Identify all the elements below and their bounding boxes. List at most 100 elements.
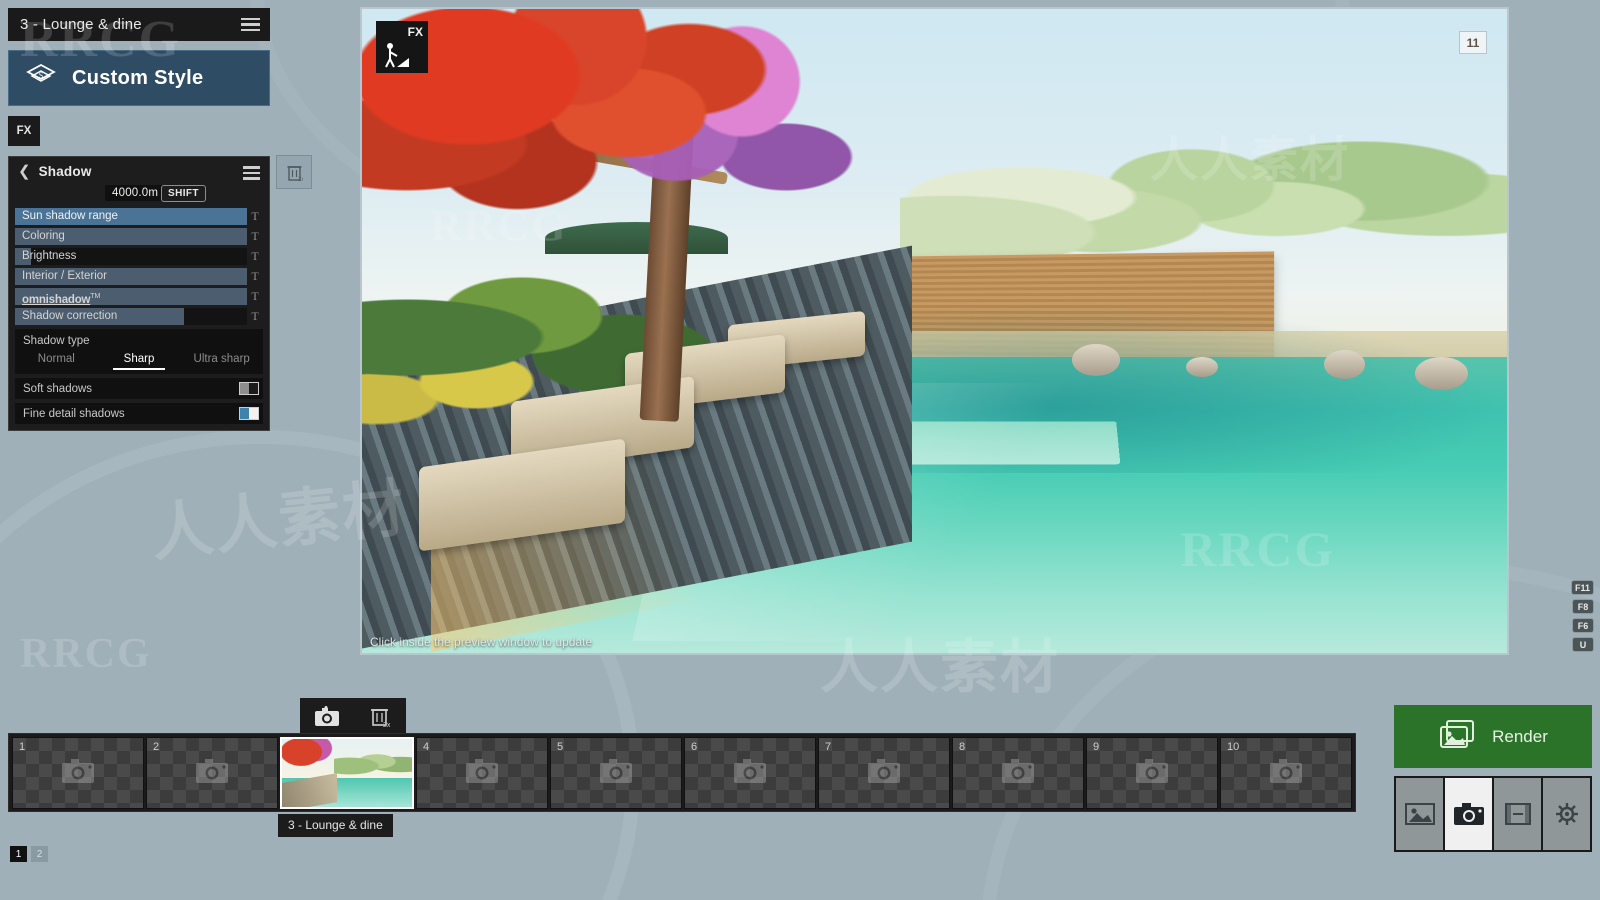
slider-brightness[interactable]: Brightness <box>15 248 247 265</box>
delete-photo-button[interactable]: 2x <box>368 705 392 728</box>
layers-style-icon: S <box>26 63 56 94</box>
filmstrip-slot[interactable]: 7 <box>818 736 950 809</box>
slot-number: 7 <box>825 740 832 753</box>
render-label: Render <box>1492 726 1548 746</box>
shadow-type-title: Shadow type <box>23 335 90 347</box>
filmstrip-slot[interactable]: 1 <box>12 736 144 809</box>
effect-menu-icon[interactable] <box>243 166 260 180</box>
slider-sun-shadow-range[interactable]: Sun shadow range <box>15 208 247 225</box>
filmstrip-slot[interactable]: 4 <box>416 736 548 809</box>
slider-row-sun-shadow-range: Sun shadow range T <box>9 208 269 225</box>
fx-overlay-label: FX <box>407 25 423 39</box>
shadow-type-option-normal[interactable]: Normal <box>15 353 98 370</box>
slider-label: Sun shadow range <box>22 210 118 222</box>
page-tab-1[interactable]: 1 <box>10 846 27 862</box>
filmstrip-slot[interactable]: 2 <box>146 736 278 809</box>
capture-photo-button[interactable] <box>314 705 340 728</box>
svg-text:2x: 2x <box>298 177 303 182</box>
toggle-row-fine-detail-shadows: Fine detail shadows <box>15 403 263 424</box>
camera-placeholder-icon <box>1135 757 1169 789</box>
fkey-f8[interactable]: F8 <box>1572 599 1594 614</box>
slider-shadow-correction[interactable]: Shadow correction <box>15 308 247 325</box>
slider-interior-exterior[interactable]: Interior / Exterior <box>15 268 247 285</box>
trash-2x-icon: 2x <box>371 709 391 728</box>
slot-number: 9 <box>1093 740 1100 753</box>
output-mode-bar <box>1394 776 1592 852</box>
work-in-progress-icon <box>385 43 409 68</box>
camera-placeholder-icon <box>867 757 901 789</box>
slider-label: Coloring <box>22 230 65 242</box>
shift-modifier-badge: SHIFT <box>161 185 206 202</box>
camera-icon <box>1453 803 1484 825</box>
fx-chip-button[interactable]: FX <box>8 116 40 146</box>
slider-row-interior-exterior: Interior / Exterior T <box>9 268 269 285</box>
camera-placeholder-icon <box>465 757 499 789</box>
mode-image[interactable] <box>1396 778 1443 850</box>
title-bar: 3 - Lounge & dine <box>8 8 270 41</box>
shadow-type-option-ultra-sharp[interactable]: Ultra sharp <box>180 353 263 370</box>
slider-row-shadow-correction: Shadow correction T <box>9 308 269 325</box>
svg-text:S: S <box>39 71 43 80</box>
fkey-f6[interactable]: F6 <box>1572 618 1594 633</box>
slot-number: 2 <box>153 740 160 753</box>
page-tab-2[interactable]: 2 <box>31 846 48 862</box>
delete-effect-button[interactable]: 2x <box>276 155 312 189</box>
filmstrip-slot[interactable]: 9 <box>1086 736 1218 809</box>
text-toggle-icon[interactable]: T <box>247 229 263 244</box>
custom-style-header[interactable]: S Custom Style <box>8 50 270 106</box>
filmstrip-page-tabs: 1 2 <box>10 846 48 862</box>
gear-icon <box>1555 803 1578 825</box>
slider-label: Brightness <box>22 250 77 262</box>
slot-thumbnail <box>282 738 412 807</box>
text-toggle-icon[interactable]: T <box>247 269 263 284</box>
fkey-f11[interactable]: F11 <box>1570 580 1594 595</box>
slot-number: 1 <box>19 740 26 753</box>
slider-label: Shadow correction <box>22 310 118 322</box>
slot-number: 4 <box>423 740 430 753</box>
camera-placeholder-icon <box>733 757 767 789</box>
slider-label: Interior / Exterior <box>22 270 107 282</box>
slider-row-omnishadow: omnishadowTM T <box>9 288 269 305</box>
preview-viewport[interactable]: FX 11 Click inside the preview window to… <box>360 7 1509 655</box>
filmstrip-slot[interactable]: 5 <box>550 736 682 809</box>
camera-placeholder-icon <box>599 757 633 789</box>
slider-coloring[interactable]: Coloring <box>15 228 247 245</box>
fine-detail-shadows-label: Fine detail shadows <box>23 407 125 420</box>
photo-filmstrip: 1 2 4 5 6 7 8 9 10 <box>8 733 1356 812</box>
shadow-type-option-sharp[interactable]: Sharp <box>98 353 181 370</box>
trash-2x-icon: 2x <box>287 165 303 182</box>
mode-settings[interactable] <box>1543 778 1590 850</box>
camera-placeholder-icon <box>1001 757 1035 789</box>
slot-number: 10 <box>1227 740 1240 753</box>
page-title: 3 - Lounge & dine <box>20 16 142 33</box>
fkey-u[interactable]: U <box>1572 637 1594 652</box>
chevron-left-icon[interactable]: ❮ <box>18 164 31 179</box>
slider-row-brightness: Brightness T <box>9 248 269 265</box>
slot-number: 5 <box>557 740 564 753</box>
text-toggle-icon[interactable]: T <box>247 209 263 224</box>
text-toggle-icon[interactable]: T <box>247 249 263 264</box>
camera-placeholder-icon <box>1269 757 1303 789</box>
filmstrip-slot[interactable]: 8 <box>952 736 1084 809</box>
viewport-hint-text: Click inside the preview window to updat… <box>370 635 593 649</box>
filmstrip-slot[interactable]: 6 <box>684 736 816 809</box>
slider-label: omnishadow <box>22 293 91 305</box>
fine-detail-shadows-toggle[interactable] <box>239 407 259 420</box>
filmstrip-slot[interactable]: 10 <box>1220 736 1352 809</box>
main-menu-icon[interactable] <box>241 17 260 32</box>
soft-shadows-label: Soft shadows <box>23 382 93 395</box>
left-panel: 3 - Lounge & dine S Custom Style FX ❮ Sh… <box>8 8 270 431</box>
mode-photo[interactable] <box>1445 778 1492 850</box>
effect-panel-header: ❮ Shadow <box>9 157 269 185</box>
fx-processing-overlay: FX <box>376 21 428 73</box>
slider-omnishadow[interactable]: omnishadowTM <box>15 288 247 305</box>
text-toggle-icon[interactable]: T <box>247 309 263 324</box>
text-toggle-icon[interactable]: T <box>247 289 263 304</box>
filmstrip-slot-selected[interactable] <box>280 736 414 809</box>
photos-icon <box>1438 718 1476 755</box>
render-button[interactable]: Render <box>1394 705 1592 768</box>
mode-movie[interactable] <box>1494 778 1541 850</box>
soft-shadows-toggle[interactable] <box>239 382 259 395</box>
image-icon <box>1404 803 1435 825</box>
function-key-hints: F11 F8 F6 U <box>1570 580 1594 652</box>
